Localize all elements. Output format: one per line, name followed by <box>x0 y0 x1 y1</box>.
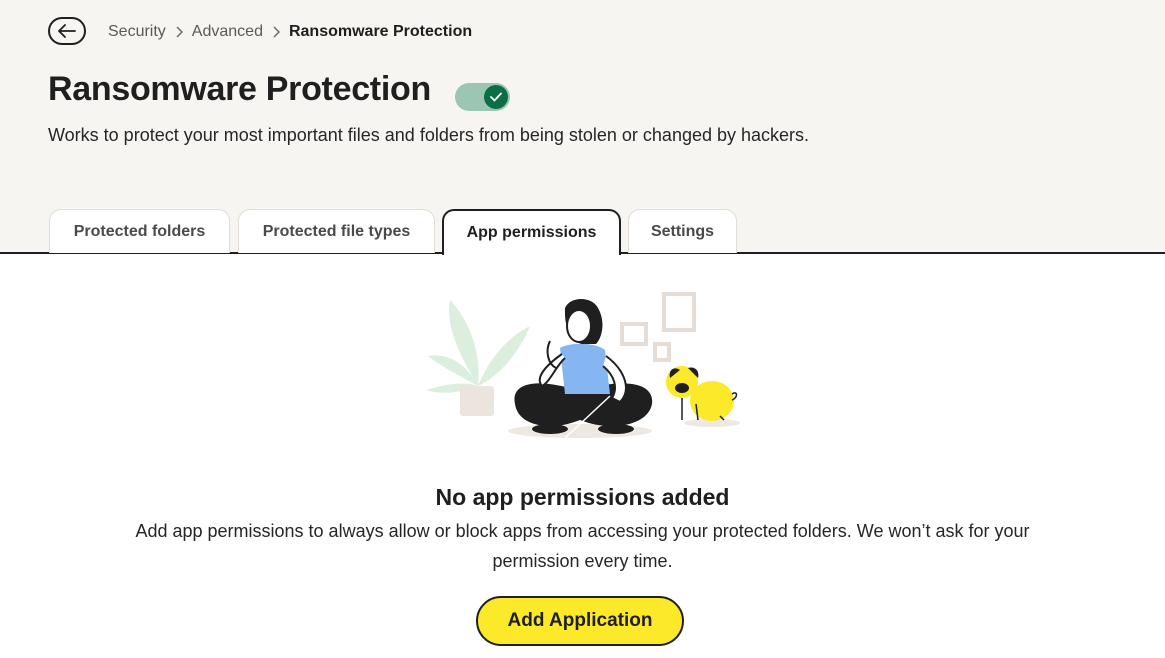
toggle-knob <box>484 85 508 109</box>
breadcrumb: Security Advanced Ransomware Protection <box>108 23 472 41</box>
chevron-right-icon <box>175 26 183 38</box>
empty-state-illustration <box>426 292 740 439</box>
page-title: Ransomware Protection <box>48 70 431 108</box>
breadcrumb-advanced[interactable]: Advanced <box>192 23 263 41</box>
back-button[interactable] <box>48 17 86 45</box>
tab-settings[interactable]: Settings <box>628 209 737 253</box>
chevron-right-icon <box>272 26 280 38</box>
tab-app-permissions[interactable]: App permissions <box>442 209 621 257</box>
arrow-left-icon <box>58 24 76 38</box>
tab-protected-folders[interactable]: Protected folders <box>49 209 230 253</box>
breadcrumb-security[interactable]: Security <box>108 23 166 41</box>
check-icon <box>490 92 502 102</box>
protection-toggle[interactable] <box>455 83 510 111</box>
page-description: Works to protect your most important fil… <box>48 125 810 145</box>
empty-state-title: No app permissions added <box>435 484 730 510</box>
tab-protected-file-types[interactable]: Protected file types <box>238 209 435 253</box>
add-application-button[interactable]: Add Application <box>476 596 684 646</box>
breadcrumb-current: Ransomware Protection <box>288 23 473 40</box>
empty-state-description: Add app permissions to always allow or b… <box>135 521 1030 571</box>
